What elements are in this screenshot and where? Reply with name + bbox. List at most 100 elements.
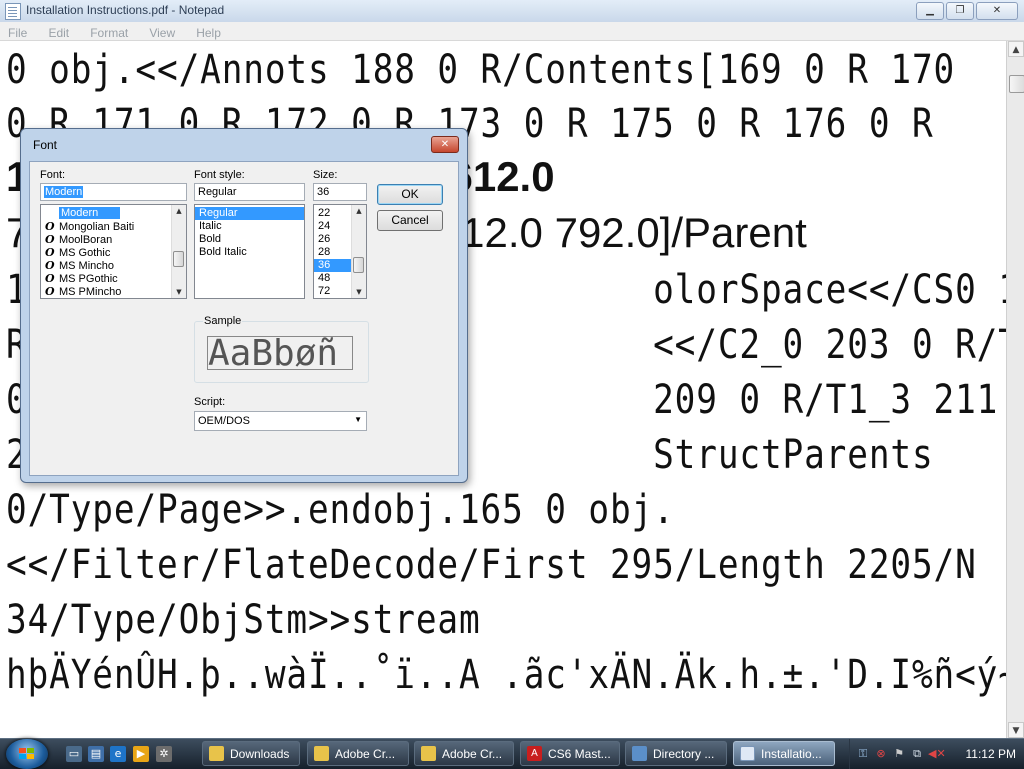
font-list-item[interactable]: O MS Mincho [41, 259, 186, 272]
script-dropdown[interactable]: OEM/DOS ▼ [194, 411, 367, 431]
notepad-icon [740, 746, 755, 761]
taskbar-button-directory[interactable]: Directory ... [625, 741, 727, 766]
opentype-font-icon: O [45, 233, 55, 246]
font-name-input[interactable]: Modern [40, 183, 187, 201]
taskbar-button-label: Directory ... [653, 747, 715, 761]
explorer-icon [632, 746, 647, 761]
size-input[interactable]: 36 [313, 183, 367, 201]
scroll-up-icon[interactable]: ▲ [1008, 41, 1024, 57]
font-list-item[interactable]: O MoolBoran [41, 233, 186, 246]
quick-launch-app-icon[interactable]: ✲ [156, 746, 172, 762]
font-list[interactable]: Modern O Mongolian Baiti O MoolBoran O MS G… [40, 204, 187, 299]
network-icon[interactable]: ⧉ [910, 747, 924, 761]
editor-line: hþÄYénÛH.þ..wàÏ..˚ï..A .ãc'xÄN.Äk.h.±.'D… [6, 652, 1006, 698]
security-icon[interactable]: ⚑ [892, 747, 906, 761]
start-button[interactable] [6, 739, 48, 769]
switch-windows-icon[interactable]: ▤ [88, 746, 104, 762]
taskbar-button-downloads[interactable]: Downloads [202, 741, 300, 766]
font-dialog: Font ✕ Font: Modern Modern O Mongolian Ba… [20, 128, 468, 483]
font-list-item-label: MoolBoran [59, 234, 113, 246]
taskbar-button-label: Adobe Cr... [442, 747, 503, 761]
menu-format[interactable]: Format [82, 24, 136, 40]
font-list-item[interactable]: Modern [41, 207, 186, 220]
taskbar-button-adobe-cr-1[interactable]: Adobe Cr... [307, 741, 409, 766]
menu-bar: File Edit Format View Help [0, 22, 1024, 41]
minimize-button[interactable]: ▁ [916, 2, 944, 20]
sample-preview: AaBbøñ [207, 336, 353, 370]
network-sharing-icon[interactable]: ⚿ [856, 747, 870, 761]
taskbar-button-adobe-cr-2[interactable]: Adobe Cr... [414, 741, 514, 766]
notepad-icon [5, 3, 21, 20]
opentype-font-icon: O [45, 285, 55, 298]
font-list-item[interactable]: O MS PGothic [41, 272, 186, 285]
font-list-item-label: Modern [59, 207, 121, 219]
font-style-item[interactable]: Bold [195, 233, 304, 246]
taskbar-button-installation[interactable]: Installatio... [733, 741, 835, 766]
font-style-label: Font style: [194, 169, 245, 181]
clock[interactable]: 11:12 PM [966, 747, 1016, 761]
font-name-value: Modern [44, 186, 84, 198]
ok-button[interactable]: OK [377, 184, 443, 205]
folder-icon [209, 746, 224, 761]
opentype-font-icon: O [45, 220, 55, 233]
scroll-thumb[interactable] [353, 257, 364, 273]
editor-line: 34/Type/ObjStm>>stream [6, 597, 481, 643]
scroll-down-icon[interactable]: ▼ [352, 286, 366, 298]
font-style-list[interactable]: Regular Italic Bold Bold Italic [194, 204, 305, 299]
internet-explorer-icon[interactable]: e [110, 746, 126, 762]
size-label: Size: [313, 169, 338, 181]
windows-logo-icon [19, 748, 35, 760]
maximize-button[interactable]: ❐ [946, 2, 974, 20]
dialog-title: Font [33, 138, 58, 152]
editor-line: 0 obj.<</Annots 188 0 R/Contents[169 0 R… [6, 47, 956, 93]
chevron-down-icon: ▼ [354, 415, 362, 424]
size-list-scrollbar[interactable]: ▲ ▼ [351, 205, 366, 298]
font-style-item[interactable]: Regular [195, 207, 304, 220]
taskbar-button-label: Downloads [230, 747, 290, 761]
menu-edit[interactable]: Edit [40, 24, 77, 40]
menu-help[interactable]: Help [188, 24, 229, 40]
editor-line: <</Filter/FlateDecode/First 295/Length 2… [6, 542, 977, 588]
font-style-item[interactable]: Bold Italic [195, 246, 304, 259]
media-player-icon[interactable]: ▶ [133, 746, 149, 762]
taskbar: ▭ ▤ e ▶ ✲ Downloads Adobe Cr... Adobe Cr… [0, 738, 1024, 769]
menu-file[interactable]: File [0, 24, 35, 40]
show-desktop-icon[interactable]: ▭ [66, 746, 82, 762]
window-title: Installation Instructions.pdf - Notepad [26, 3, 225, 17]
cancel-button[interactable]: Cancel [377, 210, 443, 231]
script-label: Script: [194, 396, 226, 408]
font-list-item[interactable]: O MS Gothic [41, 246, 186, 259]
scroll-thumb[interactable] [1009, 75, 1024, 93]
font-list-item-label: Mongolian Baiti [59, 221, 135, 233]
editor-line: 0/Type/Page>>.endobj.165 0 obj. [6, 487, 675, 533]
scroll-up-icon[interactable]: ▲ [352, 205, 366, 217]
taskbar-button-cs6-master[interactable]: A CS6 Mast... [520, 741, 620, 766]
size-list[interactable]: 22 24 26 28 36 48 72 ▲ ▼ [313, 204, 367, 299]
volume-muted-icon[interactable]: ◀✕ [928, 747, 946, 761]
font-style-item[interactable]: Italic [195, 220, 304, 233]
error-icon[interactable]: ⊗ [874, 747, 888, 761]
scroll-thumb[interactable] [173, 251, 184, 267]
folder-icon [421, 746, 436, 761]
folder-icon [314, 746, 329, 761]
dialog-close-button[interactable]: ✕ [431, 136, 459, 153]
title-bar[interactable]: Installation Instructions.pdf - Notepad … [0, 0, 1024, 23]
font-list-scrollbar[interactable]: ▲ ▼ [171, 205, 186, 298]
script-value: OEM/DOS [198, 415, 250, 427]
size-list-item[interactable]: 36 [314, 259, 352, 272]
close-button[interactable]: ✕ [976, 2, 1018, 20]
taskbar-button-label: CS6 Mast... [548, 747, 611, 761]
window-controls: ▁ ❐ ✕ [916, 2, 1018, 20]
opentype-font-icon: O [45, 246, 55, 259]
taskbar-button-label: Installatio... [761, 747, 822, 761]
font-list-item-label: MS PMincho [59, 286, 122, 298]
scroll-down-icon[interactable]: ▼ [1008, 722, 1024, 738]
font-list-item[interactable]: O MS PMincho [41, 285, 186, 298]
editor-scrollbar[interactable]: ▲ ▼ [1006, 41, 1024, 738]
menu-view[interactable]: View [141, 24, 183, 40]
font-style-input[interactable]: Regular [194, 183, 305, 201]
scroll-down-icon[interactable]: ▼ [172, 286, 186, 298]
scroll-up-icon[interactable]: ▲ [172, 205, 186, 217]
opentype-font-icon: O [45, 259, 55, 272]
font-list-item[interactable]: O Mongolian Baiti [41, 220, 186, 233]
